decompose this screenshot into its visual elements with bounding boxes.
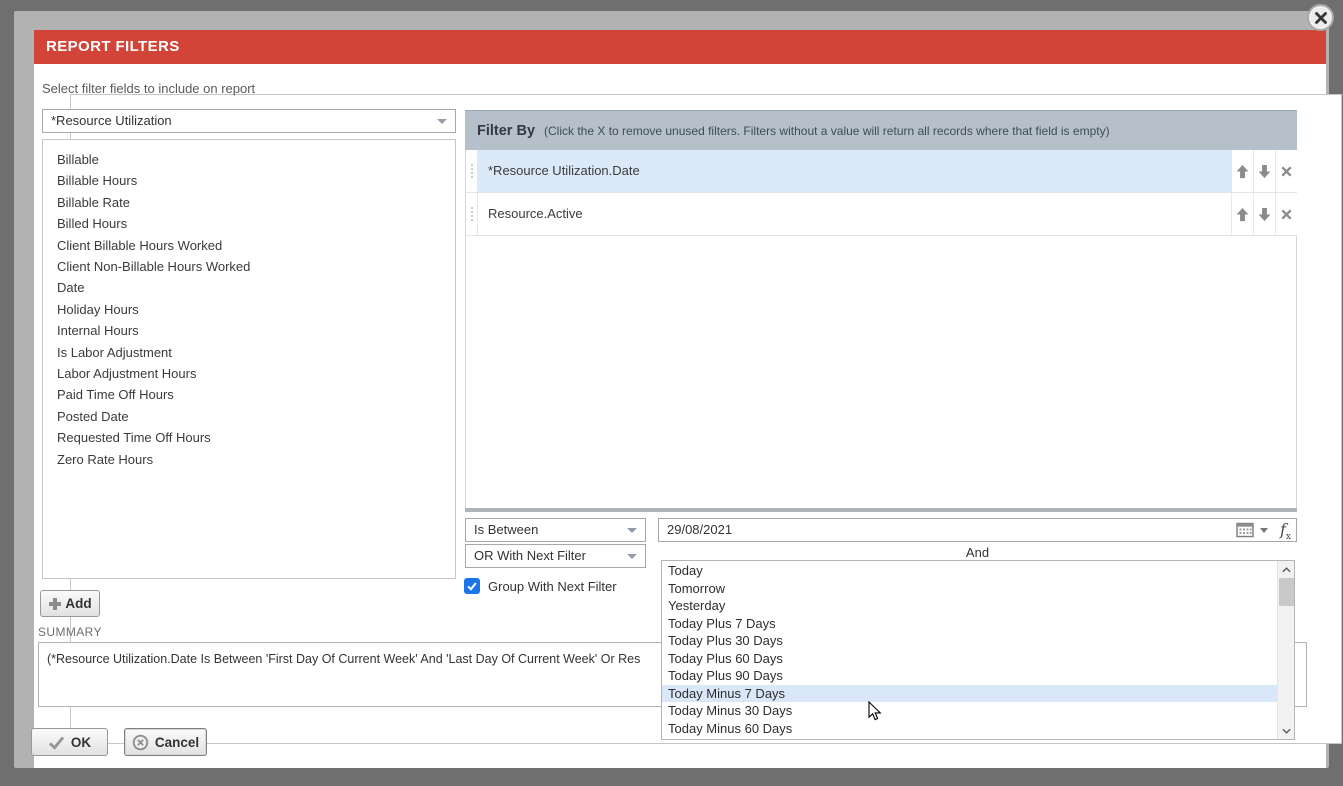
conjunction-dropdown[interactable]: OR With Next Filter <box>465 544 646 568</box>
operator-dropdown-value: Is Between <box>474 519 538 541</box>
checkmark-icon <box>48 735 65 750</box>
move-up-button[interactable] <box>1231 193 1253 235</box>
chevron-down-icon <box>437 119 447 124</box>
field-list[interactable]: BillableBillable HoursBillable RateBille… <box>42 139 456 579</box>
dialog-title: REPORT FILTERS <box>34 30 1326 64</box>
filter-table-bottom-border <box>465 508 1297 512</box>
select-fields-label: Select filter fields to include on repor… <box>42 81 255 96</box>
dialog-header: REPORT FILTERS <box>34 30 1326 64</box>
dropdown-option[interactable]: Today Minus 30 Days <box>662 702 1294 720</box>
field-list-item[interactable]: Internal Hours <box>57 320 455 341</box>
drag-handle-icon[interactable] <box>466 193 478 235</box>
add-button-label: Add <box>65 596 91 611</box>
field-list-item[interactable]: Client Billable Hours Worked <box>57 235 455 256</box>
calendar-icon[interactable] <box>1236 522 1254 543</box>
chevron-down-icon[interactable] <box>1260 528 1268 533</box>
start-date-input[interactable]: 29/08/2021 fx <box>658 518 1297 542</box>
arrow-down-icon <box>1257 164 1272 179</box>
move-down-button[interactable] <box>1253 150 1275 192</box>
plus-icon <box>48 597 62 611</box>
scroll-down-icon[interactable] <box>1278 722 1295 739</box>
operator-dropdown[interactable]: Is Between <box>465 518 646 542</box>
arrow-up-icon <box>1235 207 1250 222</box>
field-list-item[interactable]: Zero Rate Hours <box>57 449 455 470</box>
date-options-dropdown[interactable]: TodayTomorrowYesterdayToday Plus 7 DaysT… <box>661 560 1295 740</box>
arrow-down-icon <box>1257 207 1272 222</box>
filter-row-label: Resource.Active <box>478 193 1231 235</box>
field-list-item[interactable]: Date <box>57 277 455 298</box>
dropdown-option[interactable]: Today Plus 90 Days <box>662 667 1294 685</box>
add-filter-button[interactable]: Add <box>40 590 100 617</box>
dropdown-option[interactable]: Tomorrow <box>662 580 1294 598</box>
field-list-item[interactable]: Client Non-Billable Hours Worked <box>57 256 455 277</box>
field-list-item[interactable]: Billed Hours <box>57 213 455 234</box>
dropdown-option[interactable]: Today Minus 60 Days <box>662 720 1294 738</box>
dropdown-option[interactable]: Yesterday <box>662 597 1294 615</box>
field-list-item[interactable]: Billable Rate <box>57 192 455 213</box>
field-list-item[interactable]: Posted Date <box>57 406 455 427</box>
screen: REPORT FILTERS Select filter fields to i… <box>0 0 1343 786</box>
field-list-item[interactable]: Labor Adjustment Hours <box>57 363 455 384</box>
category-dropdown[interactable]: *Resource Utilization <box>42 109 456 133</box>
cancel-button[interactable]: Cancel <box>124 728 207 756</box>
chevron-down-icon <box>627 554 637 559</box>
filter-by-hint: (Click the X to remove unused filters. F… <box>544 124 1110 138</box>
cancel-button-label: Cancel <box>155 735 199 750</box>
field-list-item[interactable]: Billable Hours <box>57 170 455 191</box>
filter-row-label: *Resource Utilization.Date <box>478 150 1231 192</box>
scrollbar[interactable] <box>1277 561 1294 739</box>
move-down-button[interactable] <box>1253 193 1275 235</box>
scrollbar-thumb[interactable] <box>1279 578 1294 606</box>
close-x-icon <box>1280 165 1293 178</box>
filter-by-title: Filter By <box>477 123 535 139</box>
ok-button[interactable]: OK <box>31 728 108 756</box>
conjunction-dropdown-value: OR With Next Filter <box>474 545 586 567</box>
field-list-item[interactable]: Is Labor Adjustment <box>57 342 455 363</box>
dropdown-option[interactable]: Today Minus 7 Days <box>662 685 1294 703</box>
field-list-item[interactable]: Billable <box>57 149 455 170</box>
dropdown-option[interactable]: Today Plus 30 Days <box>662 632 1294 650</box>
start-date-value: 29/08/2021 <box>667 519 732 541</box>
filter-by-header: Filter By (Click the X to remove unused … <box>465 110 1297 150</box>
chevron-down-icon <box>627 528 637 533</box>
close-x-icon <box>1280 208 1293 221</box>
summary-label: SUMMARY <box>38 625 102 639</box>
field-list-item[interactable]: Holiday Hours <box>57 299 455 320</box>
and-label: And <box>658 545 1297 560</box>
dropdown-option[interactable]: Today Plus 7 Days <box>662 615 1294 633</box>
checkmark-icon <box>466 580 478 592</box>
filter-row[interactable]: Resource.Active <box>466 193 1297 236</box>
formula-fx-icon[interactable]: fx <box>1280 520 1291 542</box>
field-list-item[interactable]: Paid Time Off Hours <box>57 384 455 405</box>
category-dropdown-value: *Resource Utilization <box>51 110 172 132</box>
move-up-button[interactable] <box>1231 150 1253 192</box>
cancel-circle-x-icon <box>132 734 149 751</box>
field-list-item[interactable]: Requested Time Off Hours <box>57 427 455 448</box>
ok-button-label: OK <box>71 735 91 750</box>
close-icon <box>1314 11 1328 25</box>
scroll-up-icon[interactable] <box>1278 561 1295 578</box>
filter-rows: *Resource Utilization.Date Resource.Acti… <box>466 150 1297 236</box>
remove-filter-button[interactable] <box>1275 193 1297 235</box>
filter-row[interactable]: *Resource Utilization.Date <box>466 150 1297 193</box>
dropdown-option[interactable]: Today <box>662 562 1294 580</box>
close-button[interactable] <box>1307 4 1334 31</box>
remove-filter-button[interactable] <box>1275 150 1297 192</box>
group-with-next-filter-label: Group With Next Filter <box>488 579 617 594</box>
group-with-next-filter-checkbox[interactable] <box>464 578 480 594</box>
drag-handle-icon[interactable] <box>466 150 478 192</box>
arrow-up-icon <box>1235 164 1250 179</box>
dropdown-option[interactable]: Today Plus 60 Days <box>662 650 1294 668</box>
